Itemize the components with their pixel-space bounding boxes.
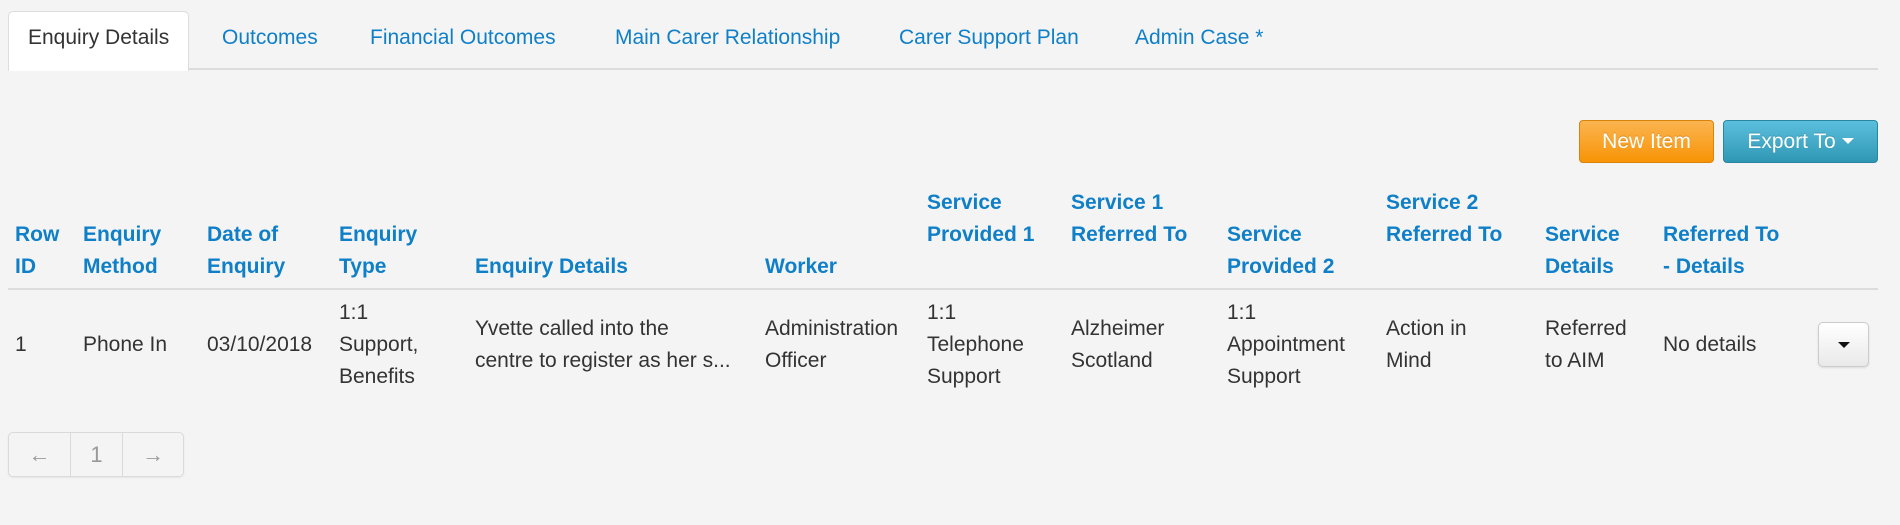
column-header-text: Service: [1227, 223, 1302, 246]
caret-down-icon: [1841, 137, 1854, 144]
table-cell-text: Yvette called into the: [475, 317, 669, 340]
new-item-button[interactable]: New Item: [1579, 120, 1714, 163]
table-cell-text: centre to register as her s...: [475, 349, 731, 372]
column-header-text: Referred To: [1386, 223, 1503, 246]
column-header-text: Service: [1545, 223, 1620, 246]
column-header-text: - Details: [1663, 255, 1745, 278]
table-cell-text: 03/10/2018: [207, 333, 313, 356]
column-header-text: Provided 1: [927, 223, 1035, 246]
table-cell-text: No details: [1663, 333, 1757, 356]
column-header-text: ID: [15, 255, 36, 278]
column-header[interactable]: Enquiry Type: [339, 219, 417, 283]
column-header-text: Enquiry: [207, 255, 286, 278]
column-header-text: Method: [83, 255, 158, 278]
table-cell-text: Appointment: [1227, 333, 1345, 356]
table-cell: 1:1 Appointment Support: [1227, 297, 1345, 393]
export-to-button[interactable]: Export To: [1723, 120, 1878, 163]
column-header[interactable]: Date of Enquiry: [207, 219, 285, 283]
column-header-text: Enquiry: [339, 223, 418, 246]
column-header-text: Type: [339, 255, 387, 278]
column-header[interactable]: Service 2 Referred To: [1386, 187, 1502, 251]
column-header[interactable]: Service 1 Referred To: [1071, 187, 1187, 251]
tab-financial-outcomes[interactable]: Financial Outcomes: [370, 12, 556, 70]
table-cell: 03/10/2018: [207, 329, 312, 361]
previous-page-button[interactable]: ←: [9, 433, 71, 476]
table-cell-text: 1:1: [1227, 301, 1257, 324]
table-cell-text: Referred: [1545, 317, 1627, 340]
column-header[interactable]: Service Details: [1545, 219, 1620, 283]
row-actions-dropdown-button[interactable]: [1818, 322, 1869, 367]
table-cell: 1:1 Telephone Support: [927, 297, 1024, 393]
tab-enquiry-details[interactable]: Enquiry Details: [8, 11, 190, 71]
caret-down-icon: [1838, 342, 1850, 348]
table-cell-text: 1:1: [927, 301, 957, 324]
table-cell-text: Mind: [1386, 349, 1432, 372]
header-divider: [8, 288, 1878, 290]
table-cell: Action in Mind: [1386, 313, 1467, 377]
new-item-label: New Item: [1602, 130, 1691, 153]
column-header[interactable]: Worker: [765, 251, 837, 283]
table-cell-text: Officer: [765, 349, 827, 372]
table-cell-text: Phone In: [83, 333, 168, 356]
column-header-text: Service 2: [1386, 191, 1479, 214]
tab-bar: Enquiry Details Outcomes Financial Outco…: [8, 0, 1878, 71]
table-cell-text: 1:1: [339, 301, 369, 324]
table-cell-text: Support: [927, 365, 1001, 388]
column-header[interactable]: Enquiry Details: [475, 251, 628, 283]
column-header-text: Details: [1545, 255, 1614, 278]
table-cell-text: 1: [15, 333, 27, 356]
column-header-text: Row: [15, 223, 60, 246]
tab-carer-support-plan[interactable]: Carer Support Plan: [899, 12, 1079, 70]
export-to-label: Export To: [1747, 130, 1836, 153]
column-header-text: Service 1: [1071, 191, 1164, 214]
column-header-text: Worker: [765, 255, 837, 278]
table-cell: Phone In: [83, 329, 167, 361]
column-header[interactable]: Row ID: [15, 219, 59, 283]
table-cell-text: Alzheimer: [1071, 317, 1165, 340]
column-header-text: Referred To: [1071, 223, 1188, 246]
table-cell: Administration Officer: [765, 313, 898, 377]
column-header[interactable]: Service Provided 2: [1227, 219, 1334, 283]
column-header-text: Referred To: [1663, 223, 1780, 246]
table-cell-text: Scotland: [1071, 349, 1153, 372]
table-cell-text: Support: [1227, 365, 1301, 388]
table-cell-text: to AIM: [1545, 349, 1605, 372]
table-cell: Alzheimer Scotland: [1071, 313, 1164, 377]
column-header[interactable]: Enquiry Method: [83, 219, 161, 283]
table-cell: Yvette called into the centre to register…: [475, 313, 731, 377]
column-header[interactable]: Referred To - Details: [1663, 219, 1779, 283]
column-header-text: Enquiry Details: [475, 255, 628, 278]
table-cell-text: Telephone: [927, 333, 1024, 356]
column-header-text: Service: [927, 191, 1002, 214]
pagination: ← 1 →: [8, 432, 184, 477]
column-header-text: Date of: [207, 223, 279, 246]
table-cell-text: Administration: [765, 317, 899, 340]
table-cell-text: Support,: [339, 333, 419, 356]
column-header-text: Enquiry: [83, 223, 162, 246]
table-cell: 1: [15, 329, 27, 361]
page-1-button[interactable]: 1: [71, 433, 123, 476]
table-cell: Referred to AIM: [1545, 313, 1627, 377]
column-header-text: Provided 2: [1227, 255, 1335, 278]
tab-outcomes[interactable]: Outcomes: [222, 12, 318, 70]
table-cell: 1:1 Support, Benefits: [339, 297, 418, 393]
tab-main-carer-relationship[interactable]: Main Carer Relationship: [615, 12, 840, 70]
table-cell: No details: [1663, 329, 1756, 361]
table-cell-text: Benefits: [339, 365, 415, 388]
column-header[interactable]: Service Provided 1: [927, 187, 1034, 251]
tab-admin-case[interactable]: Admin Case *: [1135, 12, 1263, 70]
next-page-button[interactable]: →: [123, 433, 183, 476]
table-cell-text: Action in: [1386, 317, 1467, 340]
